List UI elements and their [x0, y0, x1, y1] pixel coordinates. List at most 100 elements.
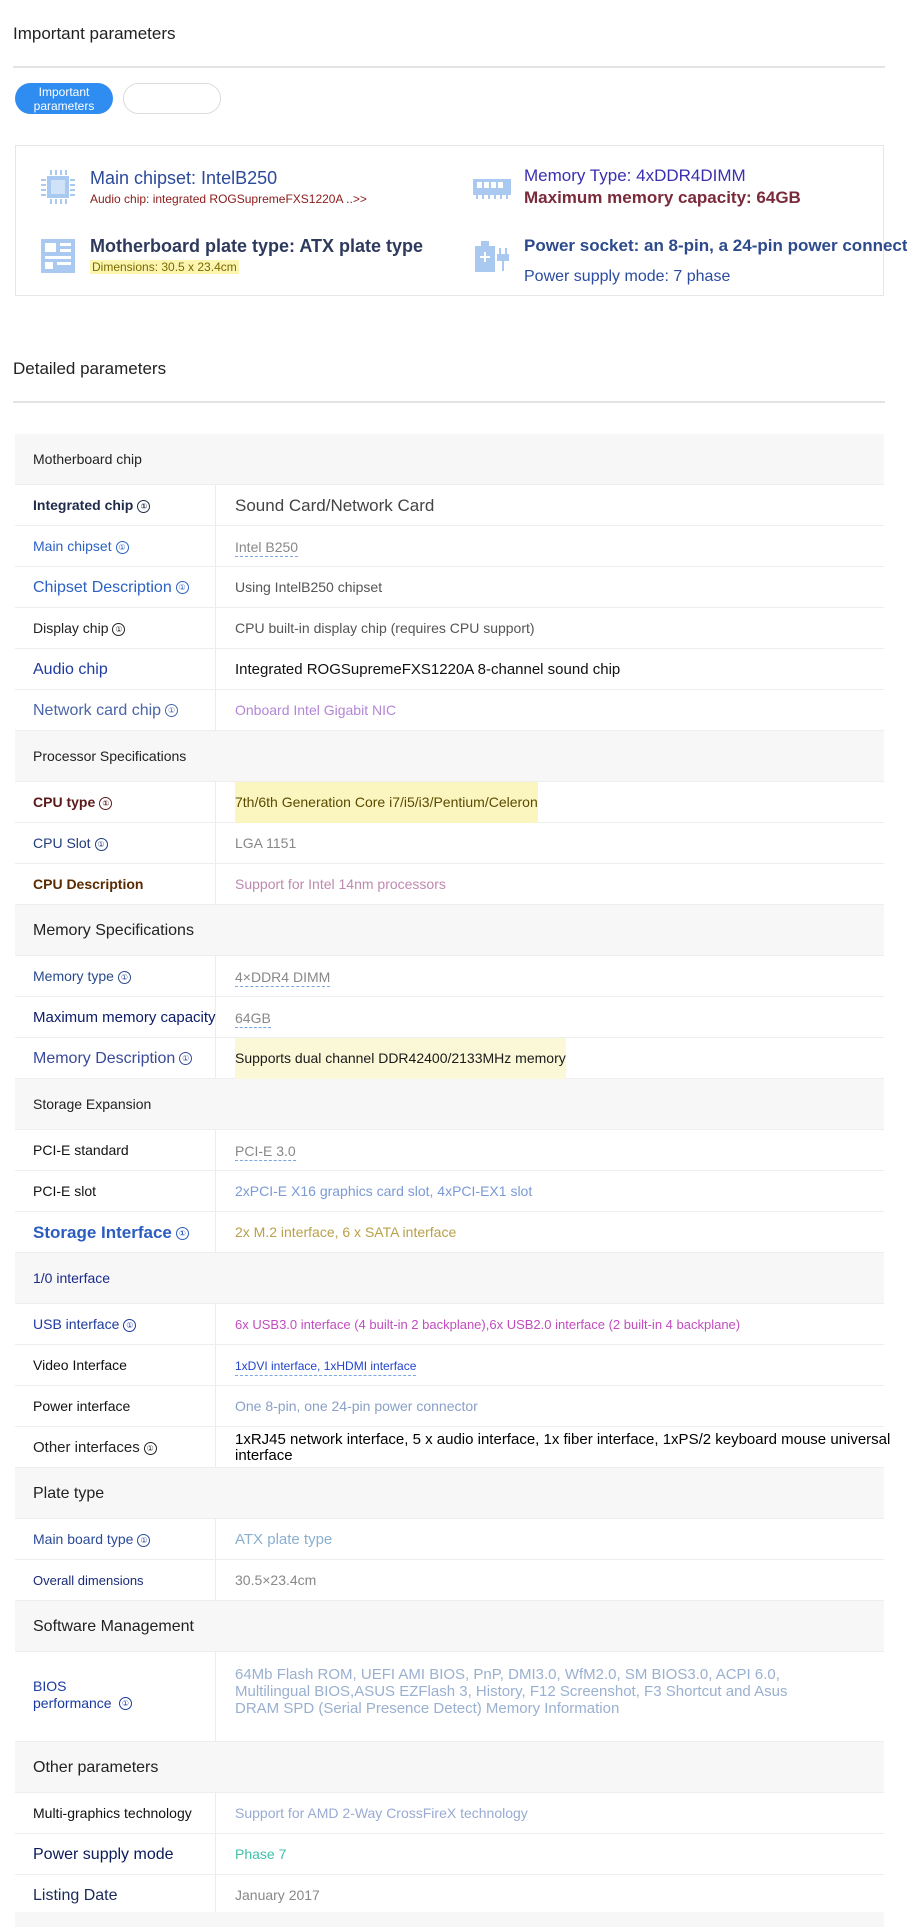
summary-audio-link[interactable]: Audio chip: integrated ROGSupremeFXS1220… [90, 192, 367, 206]
tab-empty[interactable] [123, 83, 221, 114]
summary-power-mode: Power supply mode: 7 phase [524, 268, 731, 285]
param-value[interactable]: PCI-E 3.0 [235, 1142, 296, 1161]
param-key: BIOS [33, 1678, 67, 1694]
param-value: 2x M.2 interface, 6 x SATA interface [235, 1224, 457, 1240]
param-key-cell: Audio chip [15, 649, 216, 689]
table-group-header: Memory Specifications [15, 905, 884, 956]
info-icon[interactable]: ① [115, 540, 129, 554]
info-icon[interactable]: ① [117, 970, 131, 984]
group-title: Storage Expansion [33, 1096, 152, 1112]
table-row: PCI-E slot 2xPCI-E X16 graphics card slot… [15, 1171, 884, 1212]
param-value: 30.5×23.4cm [235, 1572, 317, 1588]
table-row: Listing Date January 2017 [15, 1875, 884, 1916]
table-group-header: Motherboard chip [15, 434, 884, 485]
param-key-cell: Processor Specifications [15, 731, 884, 781]
param-key: Chipset Description ① [33, 567, 189, 608]
table-row: Other interfaces ① 1xRJ45 network interfac… [15, 1427, 890, 1468]
info-icon[interactable]: ① [112, 622, 126, 636]
param-value[interactable]: 4×DDR4 DIMM [235, 968, 331, 987]
param-value[interactable]: Intel B250 [235, 538, 299, 557]
param-key-cell: Main board type ① [15, 1519, 216, 1559]
param-key-cell: Storage Expansion [15, 1079, 884, 1129]
param-key: USB interface ① [33, 1304, 137, 1345]
param-key-cell: Network card chip ① [15, 690, 216, 730]
param-value: ATX plate type [235, 1531, 333, 1548]
info-icon[interactable]: ① [179, 1052, 193, 1066]
param-value-line3: DRAM SPD (Serial Presence Detect) Memory… [235, 1700, 620, 1717]
param-key-cell: Chipset Description ① [15, 567, 216, 607]
table-row: Display chip ① CPU built-in display chip (… [15, 608, 884, 649]
table-row: Storage Interface ① 2x M.2 interface, 6 x … [15, 1212, 884, 1253]
tab-important-parameters[interactable]: Important parameters [15, 83, 113, 114]
param-key-cell: Other parameters [15, 1742, 884, 1792]
param-value: January 2017 [235, 1887, 320, 1903]
table-row: Chipset Description ① Using IntelB250 chip… [15, 567, 884, 608]
param-key: CPU type ① [33, 782, 113, 823]
summary-memory-type: Memory Type: 4xDDR4DIMM [524, 166, 746, 185]
info-icon[interactable]: ① [143, 1441, 157, 1455]
param-key-cell: Storage Interface ① [15, 1212, 216, 1252]
param-value-line2: interface [235, 1447, 293, 1464]
param-value: 7th/6th Generation Core i7/i5/i3/Pentium… [235, 782, 538, 823]
param-key-cell: PCI-E standard [15, 1130, 216, 1170]
memory-icon [472, 169, 511, 205]
table-row: CPU Slot ① LGA 1151 [15, 823, 884, 864]
info-icon[interactable]: ① [165, 704, 179, 718]
param-value: Integrated ROGSupremeFXS1220A 8-channel … [235, 661, 621, 678]
table-group-header: Storage Expansion [15, 1079, 884, 1130]
table-row: Power supply mode Phase 7 [15, 1834, 884, 1875]
info-icon[interactable]: ① [175, 1227, 189, 1241]
table-row: USB interface ① 6x USB3.0 interface (4 bui… [15, 1304, 884, 1345]
param-key: PCI-E slot [33, 1183, 97, 1199]
table-group-header: 1/0 interface [15, 1253, 884, 1304]
param-key: CPU Slot ① [33, 823, 108, 864]
param-key-cell: Memory Description ① [15, 1038, 216, 1078]
group-title: Processor Specifications [33, 748, 187, 764]
param-key: Listing Date [33, 1887, 118, 1904]
info-icon[interactable]: ① [99, 796, 113, 810]
table-row: Overall dimensions 30.5×23.4cm [15, 1560, 884, 1601]
param-key-cell: Other interfaces ① [15, 1427, 216, 1467]
table-row: Network card chip ① Onboard Intel Gigabit … [15, 690, 884, 731]
param-key-cell: 1/0 interface [15, 1253, 884, 1303]
table-row: CPU Description Support for Intel 14nm pr… [15, 864, 884, 905]
board-icon [40, 238, 76, 274]
summary-card: Main chipset: IntelB250 Audio chip: inte… [15, 145, 907, 296]
param-key: CPU Description [33, 876, 144, 892]
param-key: Integrated chip ① [33, 485, 151, 526]
param-key-cell: Video Interface [15, 1345, 216, 1385]
info-icon[interactable]: ① [123, 1318, 137, 1332]
param-key-cell: Memory Specifications [15, 905, 884, 955]
param-value: One 8-pin, one 24-pin power connector [235, 1398, 478, 1414]
summary-memory-capacity: Maximum memory capacity: 64GB [524, 188, 801, 207]
info-icon[interactable]: ① [137, 499, 151, 513]
param-key-cell: Maximum memory capacity [15, 997, 216, 1037]
info-icon[interactable]: ① [94, 837, 108, 851]
param-key-cell: Memory type ① [15, 956, 216, 996]
param-value[interactable]: 1xDVI interface, 1xHDMI interface [235, 1357, 417, 1376]
chip-icon [40, 169, 76, 205]
info-icon[interactable]: ① [175, 581, 189, 595]
param-value[interactable]: 64GB [235, 1009, 271, 1028]
detailed-divider [13, 401, 885, 403]
param-key-cell: Display chip ① [15, 608, 216, 648]
group-title: 1/0 interface [33, 1270, 111, 1286]
param-value: Sound Card/Network Card [235, 496, 435, 515]
info-icon[interactable]: ① [137, 1533, 151, 1547]
param-key-cell: Main chipset ① [15, 526, 216, 566]
important-parameters-title: Important parameters [13, 24, 176, 43]
param-key: Network card chip ① [33, 690, 179, 731]
group-title: Motherboard chip [33, 451, 142, 467]
param-key-cell: Multi-graphics technology [15, 1793, 216, 1833]
group-title: Plate type [33, 1485, 105, 1502]
param-key: Audio chip [33, 661, 108, 678]
param-key: Memory Description ① [33, 1038, 193, 1079]
param-key-cell: Software Management [15, 1601, 884, 1651]
table-row: Memory type ① 4×DDR4 DIMM [15, 956, 884, 997]
info-icon[interactable]: ① [119, 1697, 132, 1710]
table-row: Memory Description ① Supports dual channel… [15, 1038, 884, 1079]
table-row: Maximum memory capacity 64GB [15, 997, 884, 1038]
param-key-cell: CPU type ① [15, 782, 216, 822]
param-key-cell: Listing Date [15, 1875, 216, 1915]
param-key: Overall dimensions [33, 1573, 144, 1588]
